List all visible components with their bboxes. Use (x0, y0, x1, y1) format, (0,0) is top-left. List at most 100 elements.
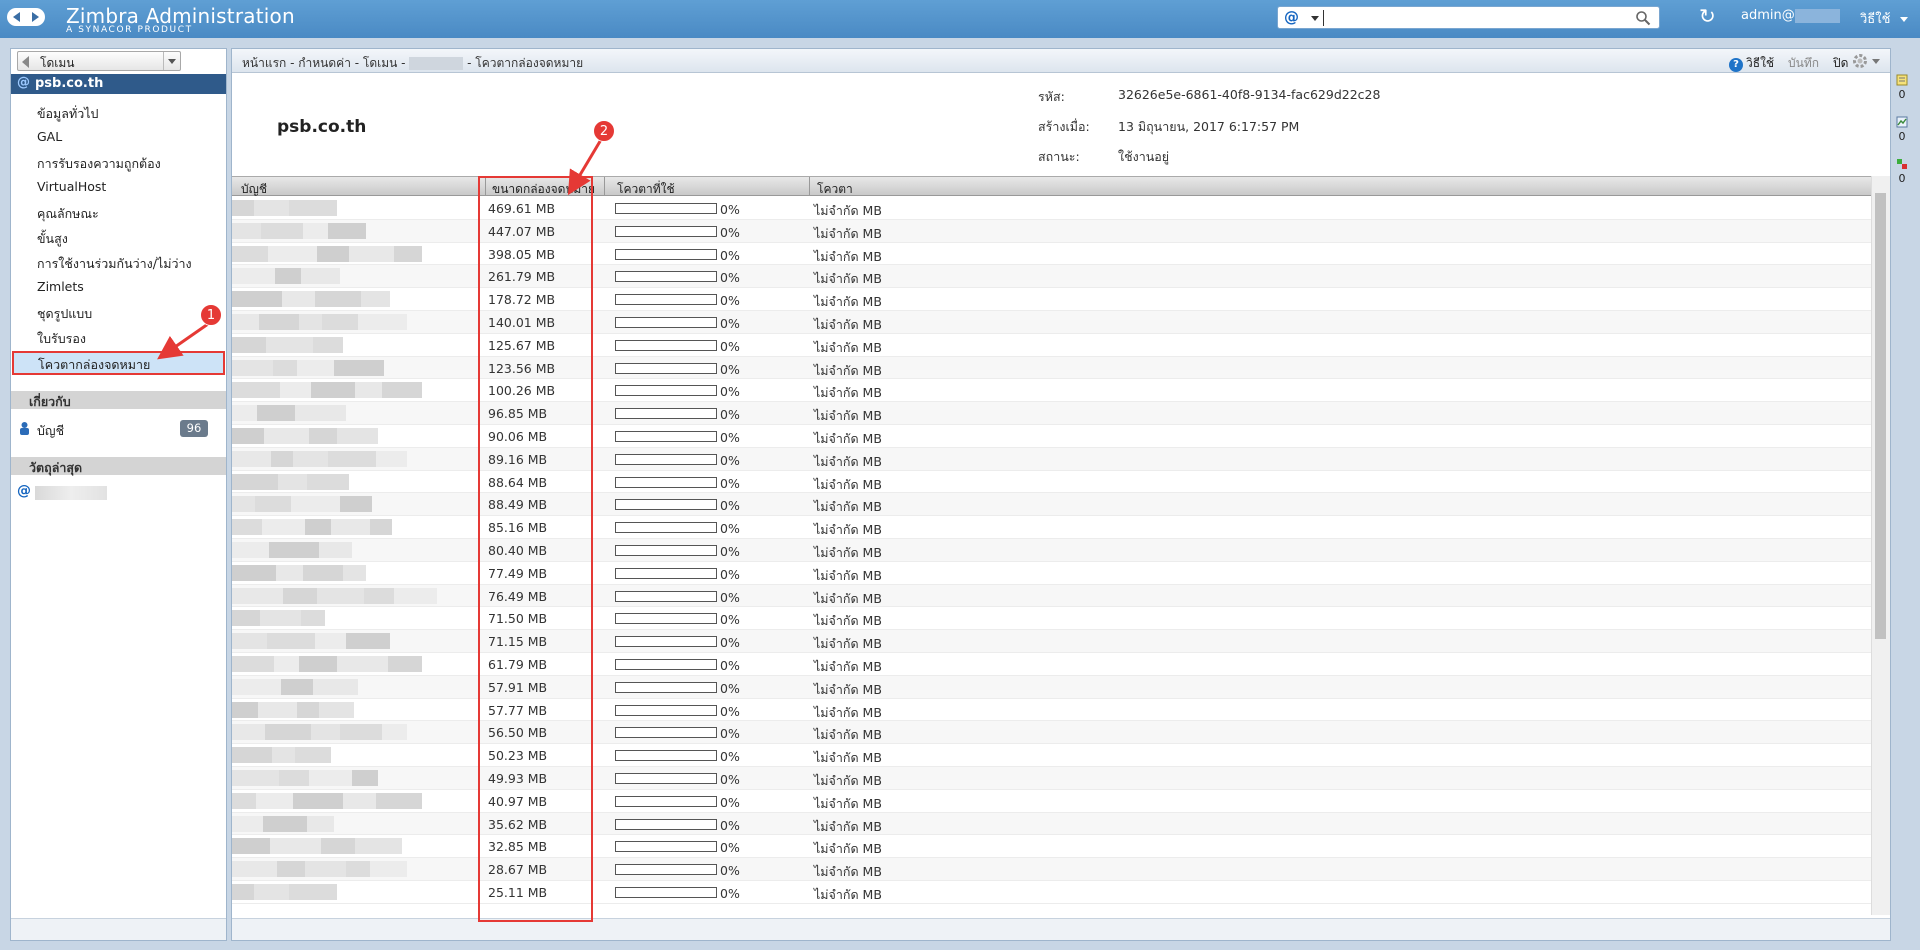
quota-cell: ไม่จำกัด MB (814, 225, 882, 241)
gear-icon[interactable] (1851, 52, 1869, 70)
table-row[interactable]: 80.40 MB 0% ไม่จำกัด MB (232, 538, 1871, 562)
sidebar-item-freebusy[interactable]: การใช้งานร่วมกันว่าง/ไม่ว่าง (37, 254, 192, 274)
table-row[interactable]: 56.50 MB 0% ไม่จำกัด MB (232, 721, 1871, 745)
mailbox-size-cell: 56.50 MB (488, 725, 548, 741)
table-row[interactable]: 50.23 MB 0% ไม่จำกัด MB (232, 744, 1871, 767)
table-row[interactable]: 25.11 MB 0% ไม่จำกัด MB (232, 881, 1871, 904)
table-row[interactable]: 35.62 MB 0% ไม่จำกัด MB (232, 812, 1871, 836)
search-type-dropdown-icon[interactable] (1311, 16, 1319, 21)
search-type-icon[interactable]: @ (1284, 8, 1299, 26)
table-row[interactable]: 90.06 MB 0% ไม่จำกัด MB (232, 425, 1871, 448)
table-row[interactable]: 57.91 MB 0% ไม่จำกัด MB (232, 675, 1871, 699)
table-row[interactable]: 123.56 MB 0% ไม่จำกัด MB (232, 356, 1871, 380)
sidebar-item-themes[interactable]: ชุดรูปแบบ (37, 304, 92, 324)
table-row[interactable]: 89.16 MB 0% ไม่จำกัด MB (232, 447, 1871, 471)
redacted-segment (388, 655, 422, 672)
back-arrow-icon[interactable] (13, 12, 20, 22)
quota-used-percent: 0% (720, 361, 740, 377)
rail-item-notes[interactable]: 0 (1893, 74, 1911, 101)
table-row[interactable]: 40.97 MB 0% ไม่จำกัด MB (232, 790, 1871, 813)
nav-arrows[interactable] (7, 8, 45, 26)
refresh-icon[interactable]: ↻ (1699, 4, 1716, 28)
redacted-segment (358, 313, 407, 330)
sidebar-item-virtualhost[interactable]: VirtualHost (37, 179, 106, 194)
sidebar-item-gal[interactable]: GAL (37, 129, 62, 144)
vertical-scrollbar[interactable] (1871, 176, 1890, 915)
mailbox-size-cell: 469.61 MB (488, 201, 556, 216)
table-row[interactable]: 261.79 MB 0% ไม่จำกัด MB (232, 265, 1871, 289)
recent-item-redacted[interactable] (35, 486, 107, 500)
table-row[interactable]: 88.64 MB 0% ไม่จำกัด MB (232, 471, 1871, 494)
id-value: 32626e5e-6861-40f8-9134-fac629d22c28 (1118, 87, 1381, 102)
sidebar-item-features[interactable]: คุณลักษณะ (37, 204, 99, 224)
sidebar-item-zimlets[interactable]: Zimlets (37, 279, 84, 294)
admin-user-menu[interactable]: admin@ (1741, 8, 1840, 23)
breadcrumb-path[interactable]: หน้าแรก - กำหนดค่า - โดเมน - (242, 56, 406, 70)
forward-arrow-icon[interactable] (32, 12, 39, 22)
help-button[interactable]: ? วิธีใช้ (1729, 54, 1774, 73)
table-row[interactable]: 61.79 MB 0% ไม่จำกัด MB (232, 653, 1871, 676)
sidebar-item-advanced[interactable]: ขั้นสูง (37, 229, 68, 249)
redacted-segment (297, 701, 319, 718)
table-row[interactable]: 125.67 MB 0% ไม่จำกัด MB (232, 334, 1871, 357)
gear-dropdown-icon[interactable] (1872, 59, 1880, 64)
save-button[interactable]: บันทึก (1788, 54, 1819, 73)
rail-item-status[interactable]: 0 (1893, 158, 1911, 185)
mailbox-size-cell: 25.11 MB (488, 884, 548, 900)
accounts-link[interactable]: บัญชี (37, 421, 64, 441)
sidebar-item-certificates[interactable]: ใบรับรอง (37, 329, 86, 349)
table-row[interactable]: 28.67 MB 0% ไม่จำกัด MB (232, 858, 1871, 881)
close-button[interactable]: ปิด (1833, 54, 1848, 73)
search-box[interactable]: @ (1277, 6, 1660, 29)
redacted-segment (259, 313, 299, 330)
rail-item-chart[interactable]: 0 (1893, 116, 1911, 143)
table-row[interactable]: 96.85 MB 0% ไม่จำกัด MB (232, 402, 1871, 425)
quota-usage-bar (615, 818, 717, 830)
table-row[interactable]: 77.49 MB 0% ไม่จำกัด MB (232, 562, 1871, 585)
table-row[interactable]: 469.61 MB 0% ไม่จำกัด MB (232, 197, 1871, 220)
column-divider[interactable] (485, 177, 486, 196)
domain-selector[interactable]: โดเมน (17, 51, 181, 71)
table-row[interactable]: 178.72 MB 0% ไม่จำกัด MB (232, 288, 1871, 311)
redacted-segment (261, 222, 303, 239)
redacted-segment (311, 382, 355, 399)
help-menu[interactable]: วิธีใช้ (1860, 8, 1908, 29)
table-row[interactable]: 76.49 MB 0% ไม่จำกัด MB (232, 584, 1871, 608)
redacted-segment (276, 564, 303, 581)
scrollbar-thumb[interactable] (1875, 193, 1886, 639)
redacted-segment (264, 427, 309, 444)
redacted-segment (376, 792, 422, 809)
column-divider[interactable] (604, 177, 605, 196)
column-divider[interactable] (809, 177, 810, 196)
table-row[interactable]: 88.49 MB 0% ไม่จำกัด MB (232, 493, 1871, 517)
table-row[interactable]: 71.15 MB 0% ไม่จำกัด MB (232, 630, 1871, 653)
quota-cell: ไม่จำกัด MB (814, 430, 882, 446)
search-icon[interactable] (1635, 10, 1651, 26)
sidebar-footer (11, 918, 226, 940)
table-row[interactable]: 49.93 MB 0% ไม่จำกัด MB (232, 766, 1871, 790)
redacted-segment (370, 861, 407, 878)
redacted-segment (232, 245, 268, 262)
table-row[interactable]: 100.26 MB 0% ไม่จำกัด MB (232, 379, 1871, 403)
sidebar: โดเมน @ psb.co.th ข้อมูลทั่วไป GAL การรั… (10, 48, 227, 941)
table-row[interactable]: 85.16 MB 0% ไม่จำกัด MB (232, 516, 1871, 539)
quota-used-percent: 0% (720, 657, 740, 673)
table-row[interactable]: 398.05 MB 0% ไม่จำกัด MB (232, 243, 1871, 266)
search-input[interactable] (1323, 10, 1623, 26)
quota-usage-bar (615, 772, 717, 784)
sidebar-item-general[interactable]: ข้อมูลทั่วไป (37, 104, 98, 124)
table-row[interactable]: 140.01 MB 0% ไม่จำกัด MB (232, 310, 1871, 334)
chevron-down-icon[interactable] (163, 52, 180, 70)
table-row[interactable]: 447.07 MB 0% ไม่จำกัด MB (232, 219, 1871, 243)
redacted-segment (315, 291, 361, 308)
table-row[interactable]: 57.77 MB 0% ไม่จำกัด MB (232, 699, 1871, 722)
quota-cell: ไม่จำกัด MB (814, 499, 882, 515)
domain-header[interactable]: @ psb.co.th (11, 74, 226, 94)
table-row[interactable]: 32.85 MB 0% ไม่จำกัด MB (232, 835, 1871, 859)
table-row[interactable]: 71.50 MB 0% ไม่จำกัด MB (232, 607, 1871, 631)
quota-used-percent: 0% (720, 475, 740, 491)
sidebar-item-authentication[interactable]: การรับรองความถูกต้อง (37, 154, 161, 174)
sidebar-item-mailbox-quota[interactable]: โควตากล่องจดหมาย (12, 351, 225, 375)
breadcrumb-redacted (409, 57, 464, 70)
redacted-segment (309, 769, 352, 786)
